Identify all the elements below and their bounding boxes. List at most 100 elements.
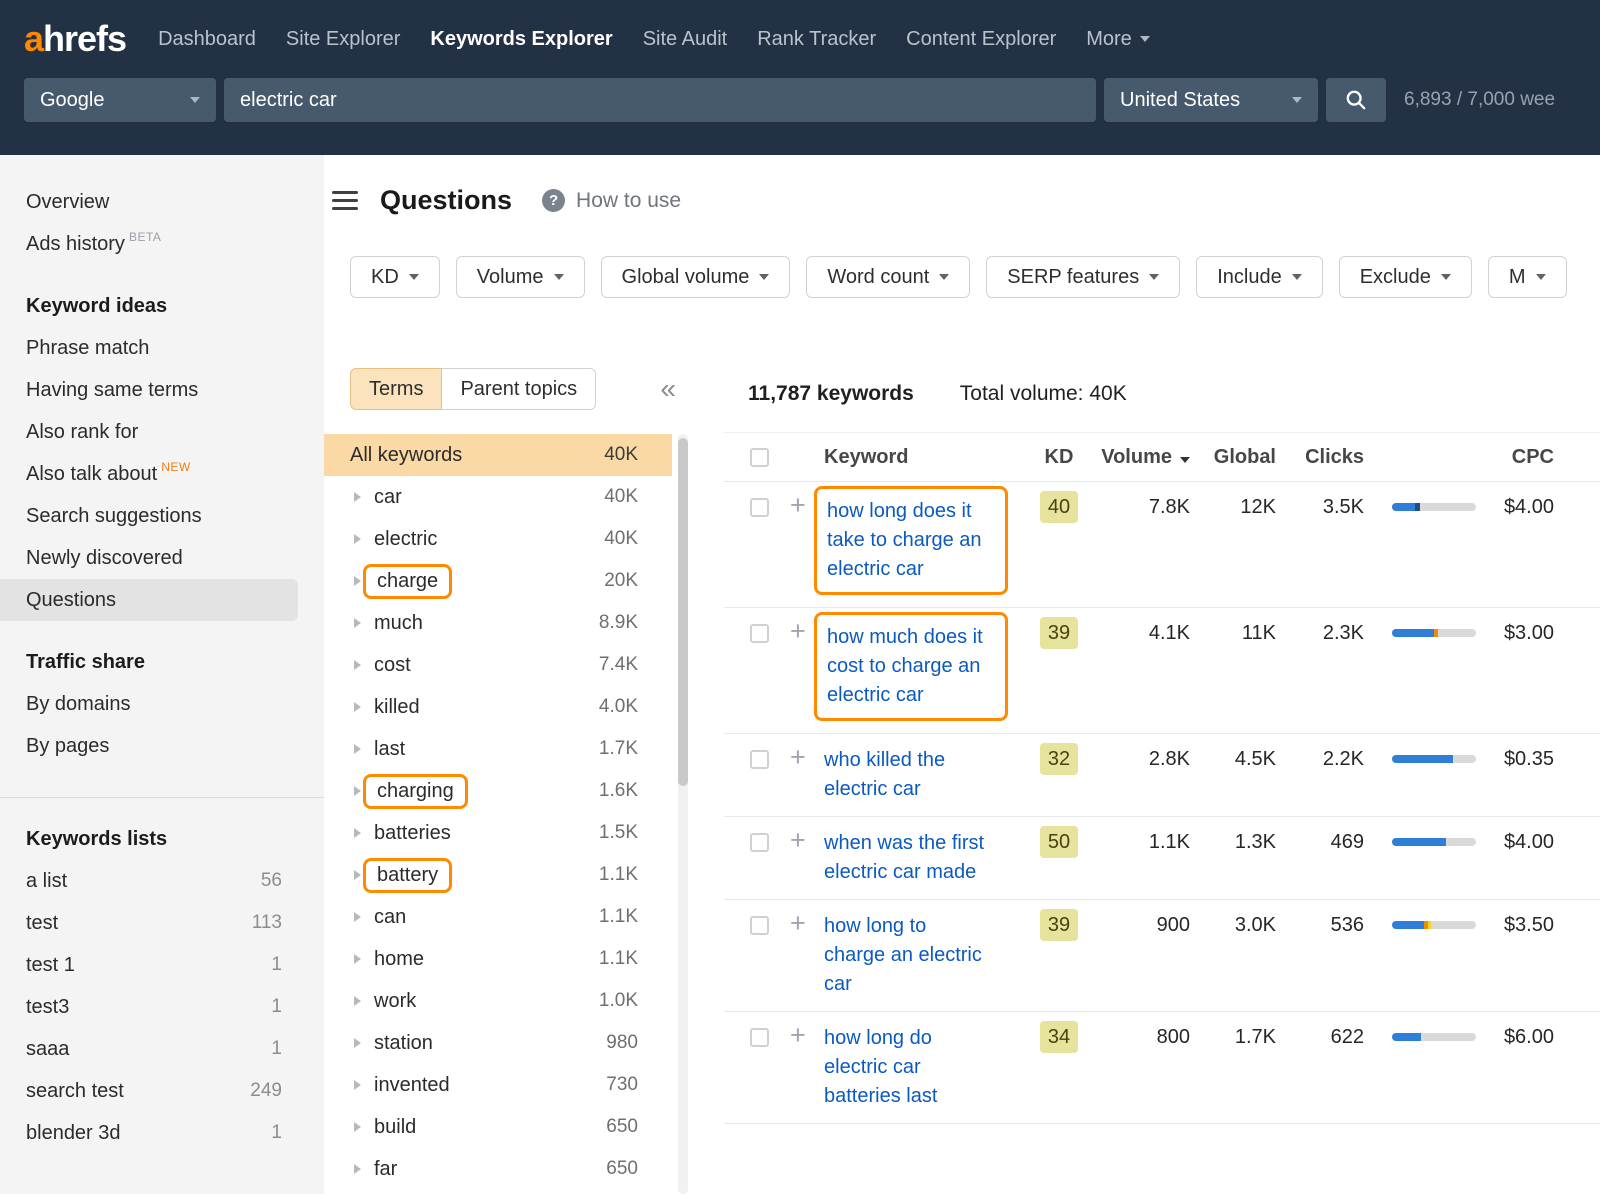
row-checkbox[interactable] bbox=[750, 916, 769, 935]
sidebar-item-also-rank-for[interactable]: Also rank for bbox=[0, 411, 324, 453]
sidebar-item-list[interactable]: test31 bbox=[0, 986, 324, 1028]
terms-scrollbar-thumb[interactable] bbox=[678, 438, 688, 786]
term-item[interactable]: killed4.0K bbox=[324, 686, 672, 728]
term-item[interactable]: cost7.4K bbox=[324, 644, 672, 686]
sidebar-item-by-pages[interactable]: By pages bbox=[0, 725, 324, 767]
filter-include[interactable]: Include bbox=[1196, 256, 1323, 298]
term-item[interactable]: can1.1K bbox=[324, 896, 672, 938]
sidebar-item-ads-history[interactable]: Ads historyBETA bbox=[0, 223, 324, 265]
term-item[interactable]: battery1.1K bbox=[324, 854, 672, 896]
filter-global-volume[interactable]: Global volume bbox=[601, 256, 791, 298]
nav-dashboard[interactable]: Dashboard bbox=[158, 28, 256, 51]
keyword-link[interactable]: how long do electric car batteries last bbox=[824, 1024, 992, 1111]
term-item[interactable]: work1.0K bbox=[324, 980, 672, 1022]
filter-exclude[interactable]: Exclude bbox=[1339, 256, 1472, 298]
sidebar-item-phrase-match[interactable]: Phrase match bbox=[0, 327, 324, 369]
sidebar-item-list[interactable]: saaa1 bbox=[0, 1028, 324, 1070]
plus-icon[interactable]: + bbox=[790, 825, 806, 855]
nav-more[interactable]: More bbox=[1086, 28, 1150, 51]
sidebar-item-newly-discovered[interactable]: Newly discovered bbox=[0, 537, 324, 579]
term-item[interactable]: charging1.6K bbox=[324, 770, 672, 812]
plus-icon[interactable]: + bbox=[790, 1020, 806, 1050]
disclosure-triangle-icon[interactable] bbox=[354, 912, 361, 922]
tab-terms[interactable]: Terms bbox=[350, 368, 442, 410]
disclosure-triangle-icon[interactable] bbox=[354, 576, 361, 586]
disclosure-triangle-icon[interactable] bbox=[354, 1164, 361, 1174]
sidebar-item-list[interactable]: test 11 bbox=[0, 944, 324, 986]
disclosure-triangle-icon[interactable] bbox=[354, 1080, 361, 1090]
disclosure-triangle-icon[interactable] bbox=[354, 1122, 361, 1132]
filter-serp-features[interactable]: SERP features bbox=[986, 256, 1180, 298]
sidebar-item-having-same-terms[interactable]: Having same terms bbox=[0, 369, 324, 411]
keyword-link[interactable]: when was the first electric car made bbox=[824, 829, 992, 887]
disclosure-triangle-icon[interactable] bbox=[354, 1038, 361, 1048]
keyword-link[interactable]: how much does it cost to charge an elect… bbox=[827, 623, 995, 710]
sidebar-item-list[interactable]: test113 bbox=[0, 902, 324, 944]
row-checkbox[interactable] bbox=[750, 498, 769, 517]
row-checkbox[interactable] bbox=[750, 1028, 769, 1047]
nav-content-explorer[interactable]: Content Explorer bbox=[906, 28, 1056, 51]
sidebar-item-list[interactable]: blender 3d1 bbox=[0, 1112, 324, 1154]
nav-site-audit[interactable]: Site Audit bbox=[643, 28, 728, 51]
term-item[interactable]: far650 bbox=[324, 1148, 672, 1190]
term-item[interactable]: electric40K bbox=[324, 518, 672, 560]
country-select[interactable]: United States bbox=[1104, 78, 1318, 122]
term-item[interactable]: build650 bbox=[324, 1106, 672, 1148]
term-item[interactable]: charge20K bbox=[324, 560, 672, 602]
disclosure-triangle-icon[interactable] bbox=[354, 618, 361, 628]
disclosure-triangle-icon[interactable] bbox=[354, 870, 361, 880]
sidebar-item-also-talk-about[interactable]: Also talk aboutNEW bbox=[0, 453, 324, 495]
col-volume[interactable]: Volume bbox=[1094, 446, 1190, 469]
term-item[interactable]: last1.7K bbox=[324, 728, 672, 770]
keyword-search-input[interactable] bbox=[224, 78, 1096, 122]
plus-icon[interactable]: + bbox=[790, 490, 806, 520]
sidebar-item-list[interactable]: a list56 bbox=[0, 860, 324, 902]
term-item[interactable]: station980 bbox=[324, 1022, 672, 1064]
tab-parent-topics[interactable]: Parent topics bbox=[442, 368, 596, 410]
keyword-link[interactable]: how long to charge an electric car bbox=[824, 912, 992, 999]
row-checkbox[interactable] bbox=[750, 624, 769, 643]
sidebar-item-search-suggestions[interactable]: Search suggestions bbox=[0, 495, 324, 537]
disclosure-triangle-icon[interactable] bbox=[354, 702, 361, 712]
sidebar-item-overview[interactable]: Overview bbox=[0, 181, 324, 223]
disclosure-triangle-icon[interactable] bbox=[354, 744, 361, 754]
term-item-all-keywords[interactable]: All keywords40K bbox=[324, 434, 672, 476]
col-kd[interactable]: KD bbox=[1024, 446, 1094, 469]
nav-site-explorer[interactable]: Site Explorer bbox=[286, 28, 401, 51]
how-to-use-link[interactable]: ?How to use bbox=[542, 189, 681, 213]
search-button[interactable] bbox=[1326, 78, 1386, 122]
term-item[interactable]: invented730 bbox=[324, 1064, 672, 1106]
disclosure-triangle-icon[interactable] bbox=[354, 786, 361, 796]
sidebar-item-by-domains[interactable]: By domains bbox=[0, 683, 324, 725]
row-checkbox[interactable] bbox=[750, 750, 769, 769]
plus-icon[interactable]: + bbox=[790, 908, 806, 938]
ahrefs-logo[interactable]: ahrefs bbox=[24, 18, 126, 60]
plus-icon[interactable]: + bbox=[790, 742, 806, 772]
filter-more[interactable]: M bbox=[1488, 256, 1567, 298]
sidebar-item-list[interactable]: search test249 bbox=[0, 1070, 324, 1112]
col-keyword[interactable]: Keyword bbox=[824, 446, 1024, 469]
col-global[interactable]: Global bbox=[1190, 446, 1276, 469]
col-clicks[interactable]: Clicks bbox=[1276, 446, 1364, 469]
col-cpc[interactable]: CPC bbox=[1476, 446, 1600, 469]
keyword-link[interactable]: how long does it take to charge an elect… bbox=[827, 497, 995, 584]
term-item[interactable]: home1.1K bbox=[324, 938, 672, 980]
disclosure-triangle-icon[interactable] bbox=[354, 996, 361, 1006]
menu-icon[interactable] bbox=[332, 191, 358, 210]
row-checkbox[interactable] bbox=[750, 833, 769, 852]
nav-keywords-explorer[interactable]: Keywords Explorer bbox=[430, 28, 612, 51]
disclosure-triangle-icon[interactable] bbox=[354, 660, 361, 670]
disclosure-triangle-icon[interactable] bbox=[354, 534, 361, 544]
keyword-link[interactable]: who killed the electric car bbox=[824, 746, 992, 804]
search-engine-select[interactable]: Google bbox=[24, 78, 216, 122]
term-item[interactable]: batteries1.5K bbox=[324, 812, 672, 854]
term-item[interactable]: car40K bbox=[324, 476, 672, 518]
disclosure-triangle-icon[interactable] bbox=[354, 954, 361, 964]
nav-rank-tracker[interactable]: Rank Tracker bbox=[757, 28, 876, 51]
plus-icon[interactable]: + bbox=[790, 616, 806, 646]
filter-volume[interactable]: Volume bbox=[456, 256, 585, 298]
sidebar-item-questions[interactable]: Questions bbox=[0, 579, 298, 621]
disclosure-triangle-icon[interactable] bbox=[354, 828, 361, 838]
filter-word-count[interactable]: Word count bbox=[806, 256, 970, 298]
collapse-panel-icon[interactable]: « bbox=[660, 375, 676, 403]
